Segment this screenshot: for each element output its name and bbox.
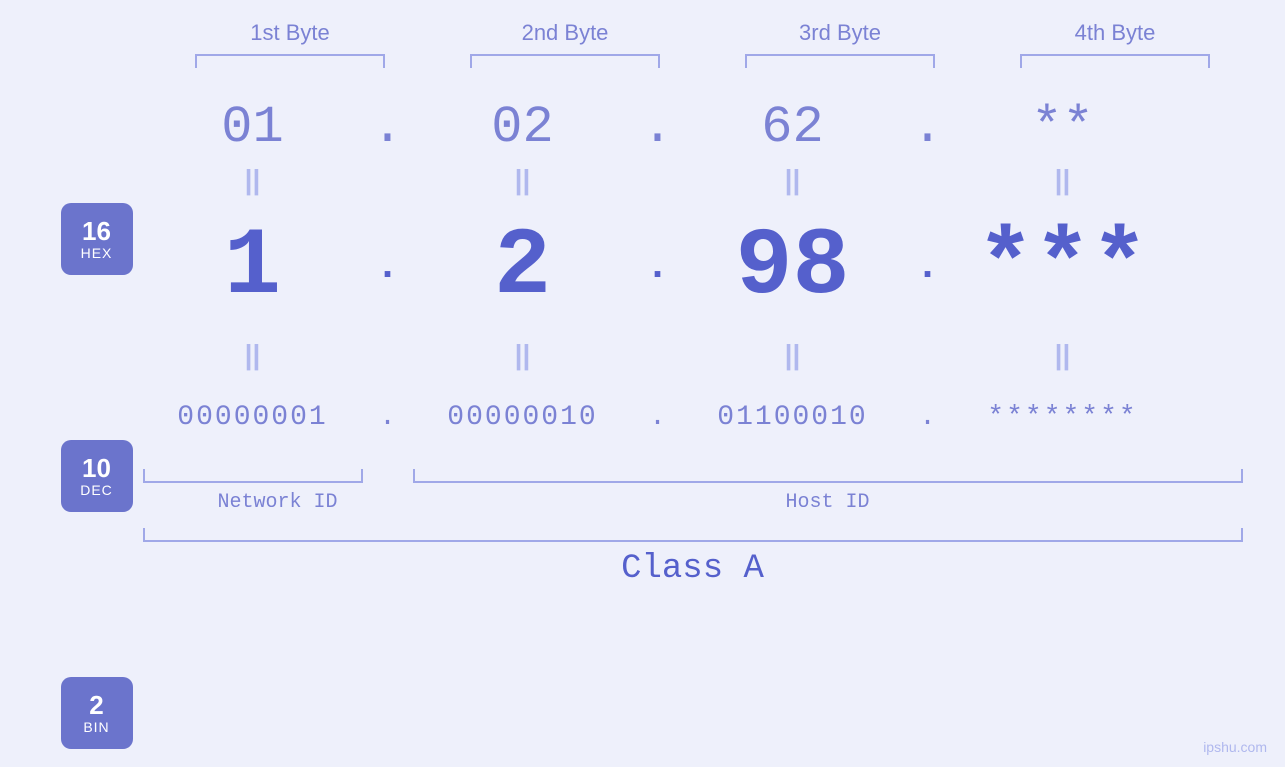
hex-cell-2: 02 — [413, 98, 633, 157]
bracket-top-3 — [745, 54, 935, 68]
hex-cell-3: 62 — [683, 98, 903, 157]
byte-header-3: 3rd Byte — [730, 20, 950, 46]
hex-row: 01 . 02 . 62 . ** — [143, 98, 1243, 157]
dec-cell-1: 1 — [143, 213, 363, 321]
dec-num: 10 — [82, 454, 111, 483]
bin-dot-2: . — [633, 402, 683, 433]
bin-num: 2 — [89, 691, 103, 720]
hex-val-2: 02 — [491, 98, 553, 157]
bin-cell-2: 00000010 — [413, 402, 633, 433]
bin-val-2: 00000010 — [447, 402, 597, 433]
eq-cell-1: || — [143, 164, 363, 196]
hex-dot-2: . — [633, 98, 683, 157]
hex-val-3: 62 — [761, 98, 823, 157]
bracket-top-1 — [195, 54, 385, 68]
top-brackets — [153, 54, 1253, 68]
hex-dot-3: . — [903, 98, 953, 157]
watermark: ipshu.com — [1203, 739, 1267, 755]
main-container: 1st Byte 2nd Byte 3rd Byte 4th Byte 16 H… — [0, 0, 1285, 767]
dec-name: DEC — [80, 482, 113, 498]
hex-badge: 16 HEX — [61, 203, 133, 275]
network-id-label: Network ID — [143, 491, 413, 514]
dec-val-1: 1 — [224, 213, 281, 321]
equals-row-1: || || || || — [143, 157, 1243, 202]
eq2-cell-3: || — [683, 339, 903, 371]
hex-val-1: 01 — [221, 98, 283, 157]
dec-cell-2: 2 — [413, 213, 633, 321]
eq-cell-4: || — [953, 164, 1173, 196]
eq2-cell-2: || — [413, 339, 633, 371]
hex-cell-4: ** — [953, 98, 1173, 157]
hex-cell-1: 01 — [143, 98, 363, 157]
bin-name: BIN — [83, 719, 109, 735]
hex-name: HEX — [81, 245, 113, 261]
dec-dot-2: . — [633, 245, 683, 290]
bin-cell-4: ******** — [953, 402, 1173, 433]
dec-cell-3: 98 — [683, 213, 903, 321]
dec-dot-3: . — [903, 245, 953, 290]
dec-val-3: 98 — [735, 213, 849, 321]
bin-cell-3: 01100010 — [683, 402, 903, 433]
id-labels: Network ID Host ID — [143, 491, 1243, 514]
base-labels-column: 16 HEX 10 DEC 2 BIN — [13, 98, 143, 749]
host-id-label: Host ID — [413, 491, 1243, 514]
data-area: 01 . 02 . 62 . ** — [143, 98, 1273, 588]
bin-val-3: 01100010 — [717, 402, 867, 433]
eq2-cell-4: || — [953, 339, 1173, 371]
byte-headers-row: 1st Byte 2nd Byte 3rd Byte 4th Byte — [153, 20, 1253, 46]
eq2-cell-1: || — [143, 339, 363, 371]
bracket-bottom-host — [413, 469, 1243, 483]
bin-dot-3: . — [903, 402, 953, 433]
bin-cell-1: 00000001 — [143, 402, 363, 433]
bin-badge: 2 BIN — [61, 677, 133, 749]
dec-val-4: *** — [977, 213, 1148, 321]
bin-dot-1: . — [363, 402, 413, 433]
eq-cell-2: || — [413, 164, 633, 196]
bin-row: 00000001 . 00000010 . 01100010 . — [143, 377, 1243, 457]
dec-val-2: 2 — [494, 213, 551, 321]
hex-dot-1: . — [363, 98, 413, 157]
main-grid: 16 HEX 10 DEC 2 BIN 01 . — [13, 98, 1273, 749]
class-label: Class A — [143, 550, 1243, 588]
dec-badge: 10 DEC — [61, 440, 133, 512]
bottom-brackets — [143, 461, 1243, 483]
byte-header-4: 4th Byte — [1005, 20, 1225, 46]
dec-dot-1: . — [363, 245, 413, 290]
bracket-bottom-network — [143, 469, 363, 483]
hex-num: 16 — [82, 217, 111, 246]
bracket-top-4 — [1020, 54, 1210, 68]
bracket-top-2 — [470, 54, 660, 68]
bin-val-4: ******** — [987, 402, 1137, 433]
class-bracket — [143, 528, 1243, 542]
dec-row: 1 . 2 . 98 . *** — [143, 202, 1243, 332]
eq-cell-3: || — [683, 164, 903, 196]
equals-row-2: || || || || — [143, 332, 1243, 377]
hex-val-4: ** — [1031, 98, 1093, 157]
bin-val-1: 00000001 — [177, 402, 327, 433]
byte-header-2: 2nd Byte — [455, 20, 675, 46]
byte-header-1: 1st Byte — [180, 20, 400, 46]
class-section: Class A — [143, 528, 1243, 588]
dec-cell-4: *** — [953, 213, 1173, 321]
